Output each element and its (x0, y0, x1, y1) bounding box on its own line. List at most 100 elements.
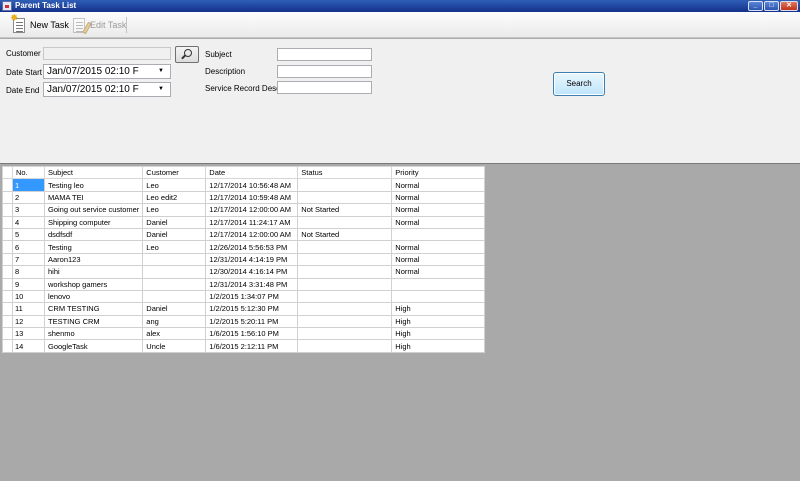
search-button[interactable]: Search (553, 72, 605, 96)
table-row[interactable]: 2 MAMA TEI Leo edit2 12/17/2014 10:59:48 AM… (2, 190, 486, 205)
chevron-down-icon[interactable]: ▼ (155, 83, 167, 96)
cell-priority[interactable]: Normal (391, 265, 486, 279)
cell-customer[interactable] (142, 252, 207, 267)
cell-no[interactable]: 11 (12, 302, 45, 316)
cell-subject[interactable]: shenmo (43, 327, 144, 341)
new-task-button[interactable]: ✸ New Task (8, 14, 72, 35)
cell-no[interactable]: 14 (12, 339, 45, 353)
table-row[interactable]: 10 lenovo 1/2/2015 1:34:07 PM (2, 289, 486, 304)
minimize-button[interactable]: _ (748, 1, 763, 11)
cell-no[interactable]: 4 (12, 215, 45, 229)
cell-subject[interactable]: hihi (43, 265, 144, 279)
cell-date[interactable]: 12/30/2014 4:16:14 PM (205, 265, 299, 279)
cell-status[interactable] (297, 289, 393, 304)
cell-subject[interactable]: Testing leo (43, 178, 144, 192)
cell-subject[interactable]: CRM TESTING (43, 302, 144, 316)
edit-task-button[interactable]: Edit Task (68, 15, 129, 35)
cell-no[interactable]: 12 (12, 314, 45, 329)
cell-date[interactable]: 1/2/2015 5:12:30 PM (205, 302, 299, 316)
cell-subject[interactable]: GoogleTask (43, 339, 144, 353)
table-row[interactable]: 6 Testing Leo 12/26/2014 5:56:53 PM Normal (2, 240, 486, 254)
cell-customer[interactable] (142, 265, 207, 279)
cell-date[interactable]: 12/31/2014 4:14:19 PM (205, 252, 299, 267)
cell-status[interactable] (297, 252, 393, 267)
table-row[interactable]: 14 GoogleTask Uncle 1/6/2015 2:12:11 PM High (2, 339, 486, 353)
cell-date[interactable]: 12/17/2014 11:24:17 AM (205, 215, 299, 229)
cell-date[interactable]: 1/6/2015 1:56:10 PM (205, 327, 299, 341)
cell-priority[interactable]: Normal (391, 190, 486, 205)
cell-customer[interactable]: ang (142, 314, 207, 329)
cell-priority[interactable]: Normal (391, 203, 486, 217)
cell-subject[interactable]: MAMA TEI (43, 190, 144, 205)
cell-status[interactable] (297, 314, 393, 329)
date-start-picker[interactable]: Jan/07/2015 02:10 F ▼ (43, 64, 171, 79)
row-header-cell[interactable] (2, 327, 13, 341)
cell-customer[interactable]: Daniel (142, 227, 207, 242)
cell-subject[interactable]: Aaron123 (43, 252, 144, 267)
row-header-cell[interactable] (2, 277, 13, 291)
column-header-priority[interactable]: Priority (391, 165, 486, 180)
close-button[interactable]: ✕ (780, 1, 798, 11)
cell-no[interactable]: 2 (12, 190, 45, 205)
row-header-cell[interactable] (2, 339, 13, 353)
cell-customer[interactable]: Leo (142, 203, 207, 217)
cell-no[interactable]: 3 (12, 203, 45, 217)
row-header-cell[interactable] (2, 215, 13, 229)
cell-no[interactable]: 9 (12, 277, 45, 291)
row-header-cell[interactable] (2, 190, 13, 205)
date-end-picker[interactable]: Jan/07/2015 02:10 F ▼ (43, 82, 171, 97)
cell-subject[interactable]: lenovo (43, 289, 144, 304)
cell-no[interactable]: 13 (12, 327, 45, 341)
cell-date[interactable]: 12/17/2014 10:56:48 AM (205, 178, 299, 192)
cell-customer[interactable]: Leo (142, 240, 207, 254)
cell-date[interactable]: 12/17/2014 10:59:48 AM (205, 190, 299, 205)
column-header-status[interactable]: Status (297, 165, 393, 180)
cell-subject[interactable]: dsdfsdf (43, 227, 144, 242)
cell-no[interactable]: 6 (12, 240, 45, 254)
column-header-subject[interactable]: Subject (43, 165, 144, 180)
cell-priority[interactable]: High (391, 327, 486, 341)
row-header-cell[interactable] (2, 314, 13, 329)
chevron-down-icon[interactable]: ▼ (155, 65, 167, 78)
table-row[interactable]: 11 CRM TESTING Daniel 1/2/2015 5:12:30 PM Hi… (2, 302, 486, 316)
cell-priority[interactable] (391, 227, 486, 242)
table-row[interactable]: 9 workshop gamers 12/31/2014 3:31:48 PM (2, 277, 486, 291)
subject-field[interactable] (277, 48, 372, 61)
table-row[interactable]: 5 dsdfsdf Daniel 12/17/2014 12:00:00 AM Not … (2, 227, 486, 242)
cell-customer[interactable]: Uncle (142, 339, 207, 353)
table-row[interactable]: 7 Aaron123 12/31/2014 4:14:19 PM Normal (2, 252, 486, 267)
cell-date[interactable]: 12/17/2014 12:00:00 AM (205, 227, 299, 242)
cell-customer[interactable] (142, 277, 207, 291)
cell-priority[interactable]: Normal (391, 178, 486, 192)
cell-subject[interactable]: workshop gamers (43, 277, 144, 291)
cell-priority[interactable]: Normal (391, 252, 486, 267)
customer-field[interactable] (43, 47, 171, 60)
row-header-cell[interactable] (2, 252, 13, 267)
row-header-cell[interactable] (2, 240, 13, 254)
cell-priority[interactable]: High (391, 314, 486, 329)
cell-no[interactable]: 10 (12, 289, 45, 304)
cell-customer[interactable]: Daniel (142, 302, 207, 316)
cell-date[interactable]: 1/2/2015 1:34:07 PM (205, 289, 299, 304)
table-row[interactable]: 1 Testing leo Leo 12/17/2014 10:56:48 AM Nor… (2, 178, 486, 192)
cell-date[interactable]: 12/26/2014 5:56:53 PM (205, 240, 299, 254)
table-row[interactable]: 3 Going out service customer Leo 12/17/2014… (2, 203, 486, 217)
row-header-cell[interactable] (2, 265, 13, 279)
cell-no[interactable]: 5 (12, 227, 45, 242)
cell-status[interactable]: Not Started (297, 227, 393, 242)
cell-no[interactable]: 7 (12, 252, 45, 267)
cell-priority[interactable]: Normal (391, 240, 486, 254)
table-row[interactable]: 12 TESTING CRM ang 1/2/2015 5:20:11 PM High (2, 314, 486, 329)
cell-no[interactable]: 1 (12, 178, 45, 192)
cell-priority[interactable] (391, 277, 486, 291)
cell-customer[interactable]: alex (142, 327, 207, 341)
table-row[interactable]: 4 Shipping computer Daniel 12/17/2014 11:24… (2, 215, 486, 229)
column-header-no[interactable]: No. (12, 165, 45, 180)
cell-status[interactable] (297, 240, 393, 254)
cell-status[interactable] (297, 265, 393, 279)
cell-date[interactable]: 12/31/2014 3:31:48 PM (205, 277, 299, 291)
cell-status[interactable] (297, 277, 393, 291)
cell-subject[interactable]: TESTING CRM (43, 314, 144, 329)
cell-priority[interactable]: High (391, 339, 486, 353)
row-header-cell[interactable] (2, 178, 13, 192)
